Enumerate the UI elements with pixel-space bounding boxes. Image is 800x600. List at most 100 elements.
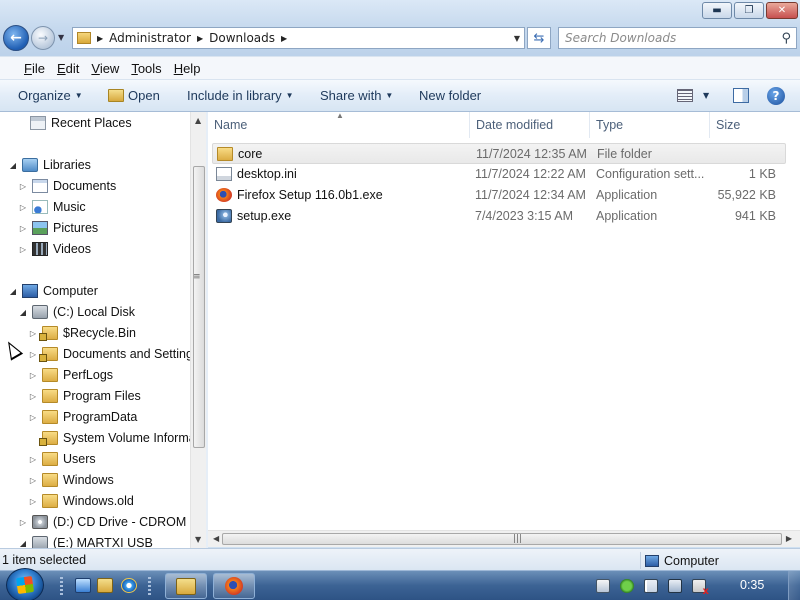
- nav-folder-programdata[interactable]: ▷ ProgramData: [29, 407, 137, 427]
- close-button[interactable]: ✕: [766, 2, 798, 19]
- share-with-button[interactable]: Share with ▼: [320, 88, 393, 103]
- scrollbar-thumb[interactable]: [193, 166, 205, 448]
- nav-folder-recycle-bin[interactable]: ▷ $Recycle.Bin: [29, 323, 136, 343]
- collapsed-arrow-icon[interactable]: ▷: [29, 497, 37, 506]
- nav-folder-windows-old[interactable]: ▷ Windows.old: [29, 491, 134, 511]
- nav-music[interactable]: ▷ Music: [19, 197, 86, 217]
- expanded-arrow-icon[interactable]: ◢: [9, 287, 17, 296]
- address-bar[interactable]: ▶ Administrator ▶ Downloads ▶ ▼: [72, 27, 525, 49]
- collapsed-arrow-icon[interactable]: ▷: [29, 350, 37, 359]
- taskbar-grip[interactable]: [148, 577, 151, 595]
- show-desktop-button[interactable]: [788, 571, 800, 600]
- preview-pane-icon[interactable]: [733, 88, 749, 103]
- breadcrumb-separator-icon[interactable]: ▶: [197, 34, 203, 43]
- scroll-right-arrow-icon[interactable]: ▶: [786, 534, 792, 543]
- volume-muted-icon[interactable]: [692, 579, 709, 597]
- collapsed-arrow-icon[interactable]: ▷: [29, 392, 37, 401]
- collapsed-arrow-icon[interactable]: ▷: [29, 371, 37, 380]
- organize-button[interactable]: Organize ▼: [18, 88, 83, 103]
- nav-recent-places[interactable]: Recent Places: [30, 113, 132, 133]
- show-desktop-quicklaunch-icon[interactable]: [75, 578, 91, 593]
- collapsed-arrow-icon[interactable]: ▷: [19, 518, 27, 527]
- nav-usb-drive-e[interactable]: ◢ (E:) MARTXI USB: [19, 533, 153, 548]
- scroll-down-arrow-icon[interactable]: ▼: [195, 535, 201, 544]
- collapsed-arrow-icon[interactable]: ▷: [19, 203, 27, 212]
- minimize-button[interactable]: ▬: [702, 2, 732, 19]
- maximize-button[interactable]: ❐: [734, 2, 764, 19]
- nav-computer[interactable]: ◢ Computer: [9, 281, 98, 301]
- navigation-scrollbar[interactable]: ▲ ≡ ▼: [190, 112, 206, 548]
- breadcrumb-downloads[interactable]: Downloads: [209, 31, 275, 45]
- nav-pictures[interactable]: ▷ Pictures: [19, 218, 98, 238]
- nav-libraries[interactable]: ◢ Libraries: [9, 155, 91, 175]
- recent-pages-dropdown[interactable]: ▼: [58, 33, 64, 42]
- taskbar-firefox-button[interactable]: [213, 573, 255, 599]
- help-icon[interactable]: ?: [767, 87, 785, 105]
- menu-view[interactable]: View: [85, 61, 125, 76]
- scroll-left-arrow-icon[interactable]: ◀: [213, 534, 219, 543]
- file-row-firefox-setup[interactable]: Firefox Setup 116.0b1.exe 11/7/2024 12:3…: [212, 185, 786, 206]
- taskbar-explorer-button[interactable]: [165, 573, 207, 599]
- search-icon[interactable]: ⚲: [781, 31, 791, 46]
- search-box[interactable]: ⚲: [558, 27, 797, 49]
- collapsed-arrow-icon[interactable]: ▷: [19, 224, 27, 233]
- nav-cd-drive-d[interactable]: ▷ (D:) CD Drive - CDROM: [19, 512, 186, 532]
- back-button[interactable]: ←: [3, 25, 29, 51]
- scrollbar-thumb[interactable]: |||: [222, 533, 782, 545]
- scroll-up-arrow-icon[interactable]: ▲: [195, 116, 201, 125]
- nav-folder-perflogs[interactable]: ▷ PerfLogs: [29, 365, 113, 385]
- change-view-icon[interactable]: [677, 89, 693, 102]
- collapsed-arrow-icon[interactable]: ▷: [19, 182, 27, 191]
- breadcrumb-separator-icon[interactable]: ▶: [97, 34, 103, 43]
- column-header-type[interactable]: Type: [590, 112, 710, 138]
- taskbar-grip[interactable]: [60, 577, 63, 595]
- expanded-arrow-icon[interactable]: ◢: [19, 539, 27, 548]
- view-options-dropdown-icon[interactable]: ▼: [703, 91, 709, 100]
- explorer-quicklaunch-icon[interactable]: [97, 578, 113, 593]
- nav-folder-system-volume-information[interactable]: System Volume Informa: [29, 428, 190, 448]
- share-with-label: Share with: [320, 88, 382, 103]
- start-button[interactable]: [6, 568, 44, 600]
- tray-document-icon[interactable]: [596, 579, 610, 593]
- file-row-desktop-ini[interactable]: desktop.ini 11/7/2024 12:22 AM Configura…: [212, 164, 786, 185]
- menu-help[interactable]: Help: [168, 61, 207, 76]
- tray-security-icon[interactable]: [620, 579, 634, 593]
- collapsed-arrow-icon[interactable]: ▷: [29, 476, 37, 485]
- menu-file[interactable]: File: [18, 61, 51, 76]
- column-header-size[interactable]: Size: [710, 112, 786, 138]
- column-header-name[interactable]: Name ▲: [208, 111, 470, 138]
- taskbar-clock[interactable]: 0:35: [740, 578, 764, 592]
- collapsed-arrow-icon[interactable]: ▷: [29, 413, 37, 422]
- file-row-setup-exe[interactable]: setup.exe 7/4/2023 3:15 AM Application 9…: [212, 206, 786, 227]
- nav-folder-windows[interactable]: ▷ Windows: [29, 470, 114, 490]
- expanded-arrow-icon[interactable]: ◢: [9, 161, 17, 170]
- nav-folder-program-files[interactable]: ▷ Program Files: [29, 386, 141, 406]
- include-in-library-button[interactable]: Include in library ▼: [187, 88, 294, 103]
- nav-local-disk-c[interactable]: ◢ (C:) Local Disk: [19, 302, 135, 322]
- nav-documents[interactable]: ▷ Documents: [19, 176, 116, 196]
- collapsed-arrow-icon[interactable]: ▷: [29, 329, 37, 338]
- action-center-flag-icon[interactable]: [644, 579, 658, 593]
- menu-edit[interactable]: Edit: [51, 61, 85, 76]
- breadcrumb-separator-icon[interactable]: ▶: [281, 34, 287, 43]
- search-input[interactable]: [565, 31, 765, 45]
- new-folder-button[interactable]: New folder: [419, 88, 481, 103]
- network-icon[interactable]: [668, 579, 682, 593]
- horizontal-scrollbar[interactable]: ◀ ||| ▶: [208, 530, 800, 547]
- nav-folder-users[interactable]: ▷ Users: [29, 449, 96, 469]
- collapsed-arrow-icon[interactable]: ▷: [19, 245, 27, 254]
- breadcrumb-administrator[interactable]: Administrator: [109, 31, 191, 45]
- refresh-button[interactable]: ⇆: [527, 27, 551, 49]
- expanded-arrow-icon[interactable]: ◢: [19, 308, 27, 317]
- address-dropdown-icon[interactable]: ▼: [514, 34, 520, 43]
- nav-folder-documents-and-settings[interactable]: ▷ Documents and Settings: [29, 344, 190, 364]
- menu-tools-label: ools: [137, 60, 162, 76]
- collapsed-arrow-icon[interactable]: ▷: [29, 455, 37, 464]
- open-button[interactable]: Open: [108, 88, 160, 103]
- nav-videos[interactable]: ▷ Videos: [19, 239, 91, 259]
- file-row-core[interactable]: core 11/7/2024 12:35 AM File folder: [212, 143, 786, 164]
- internet-explorer-icon[interactable]: [121, 578, 137, 593]
- column-header-date-modified[interactable]: Date modified: [470, 112, 590, 138]
- menu-tools[interactable]: Tools: [125, 61, 167, 76]
- forward-button[interactable]: →: [31, 26, 55, 50]
